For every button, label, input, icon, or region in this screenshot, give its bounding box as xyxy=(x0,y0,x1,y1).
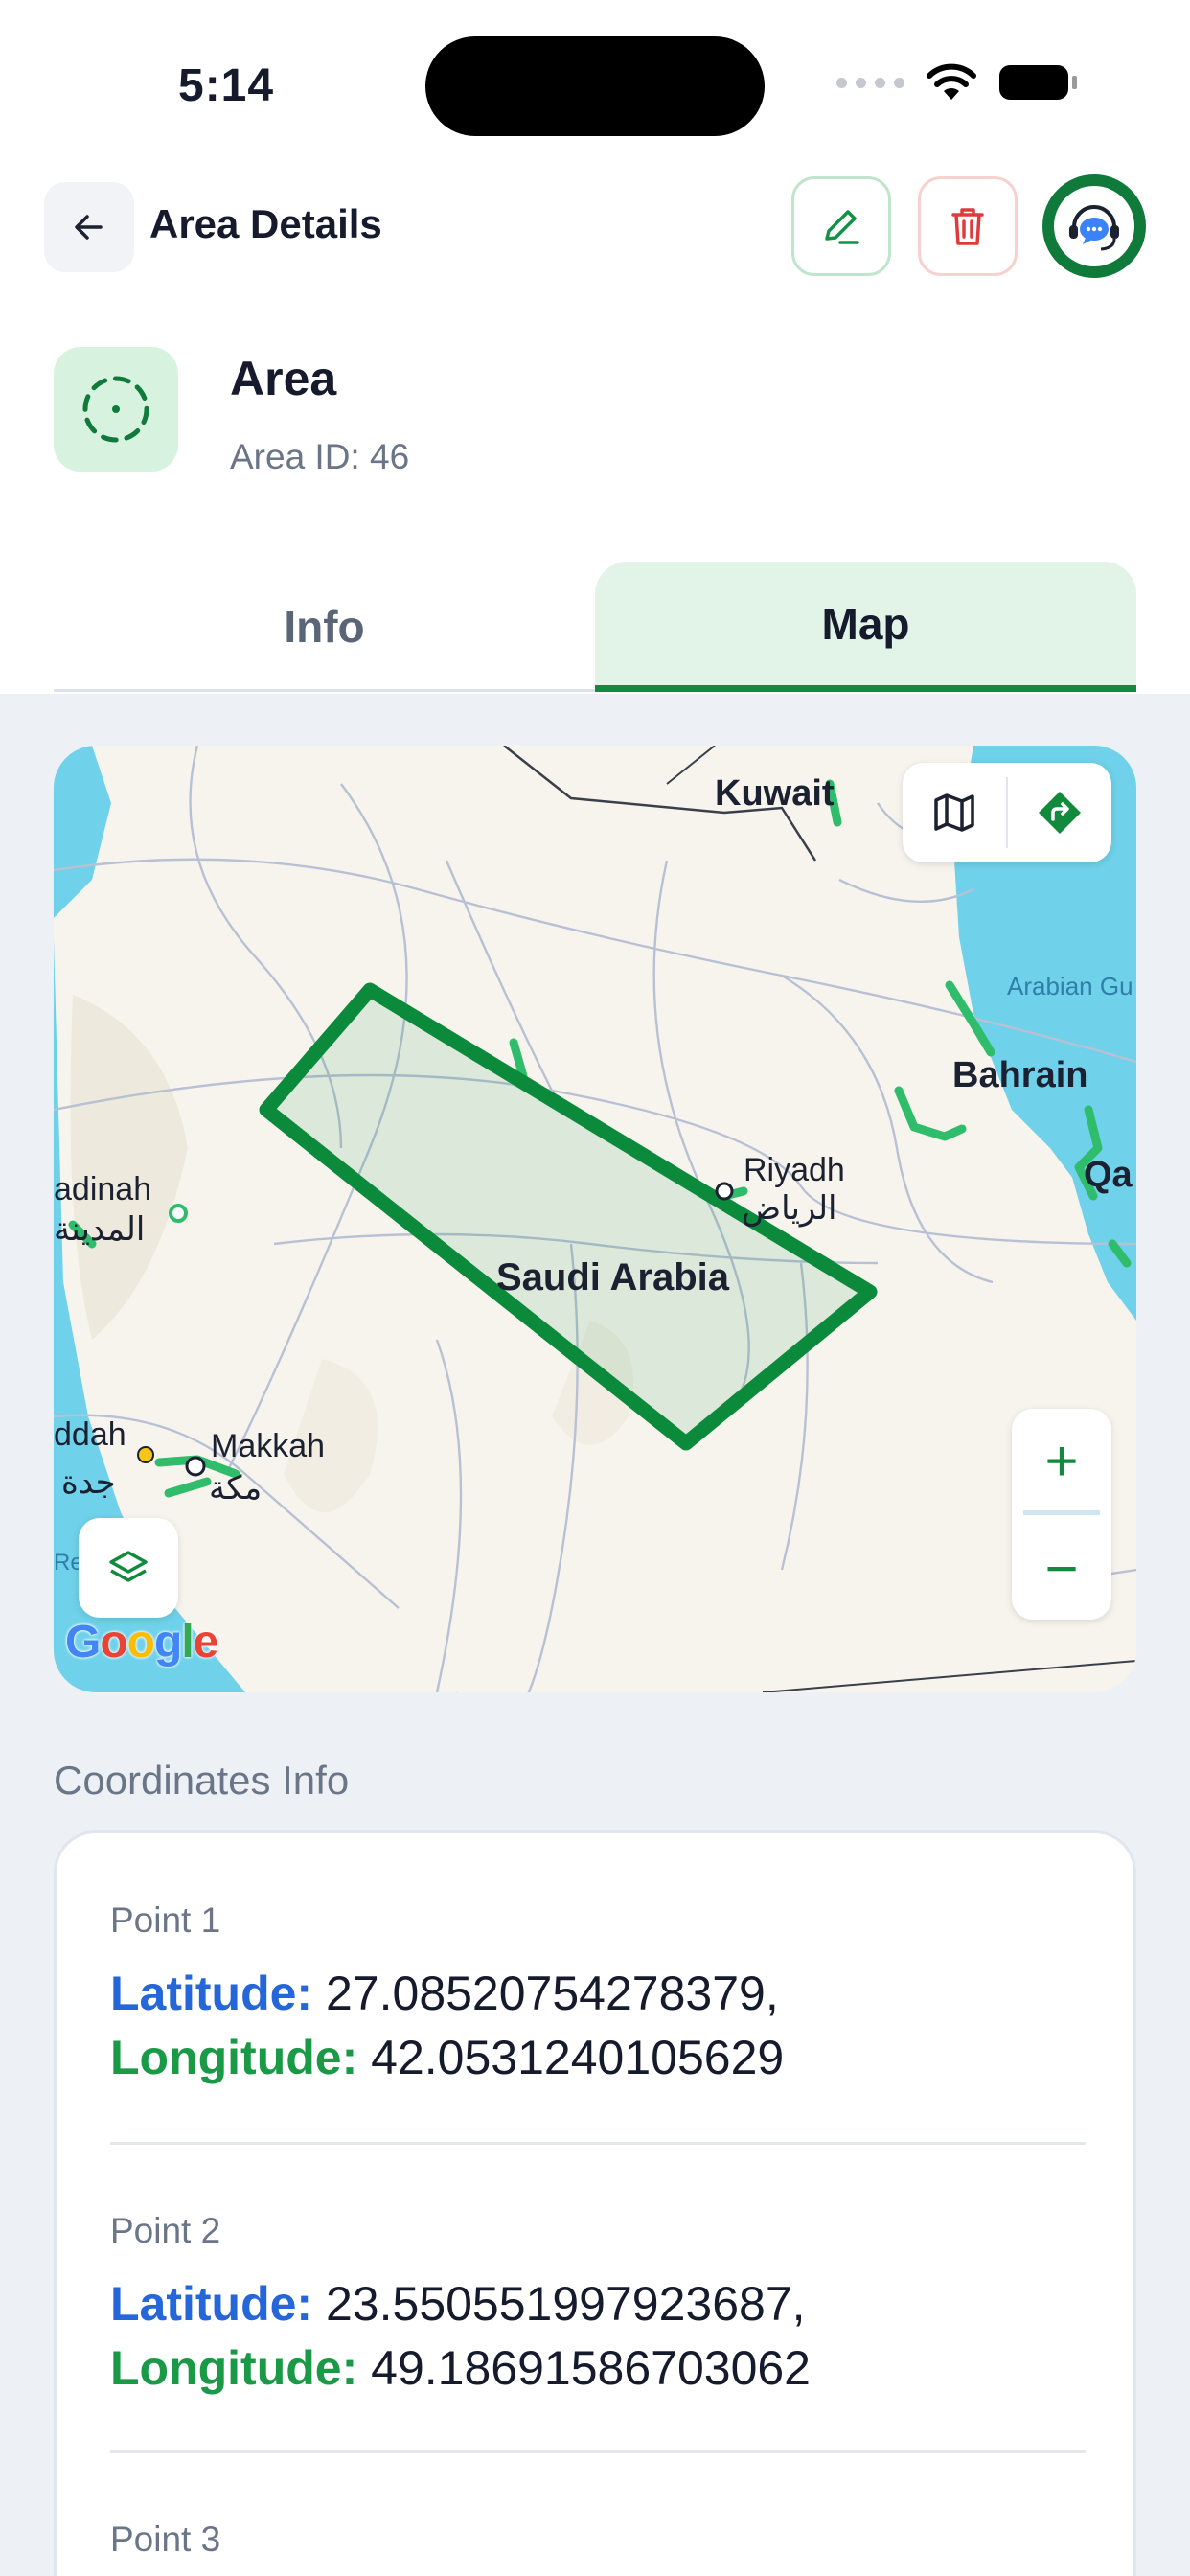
longitude-value: 49.18691586703062 xyxy=(371,2341,811,2395)
delete-button[interactable] xyxy=(918,176,1018,276)
map-canvas: Kuwait Arabian Gu Bahrain Qa Riyadh الري… xyxy=(54,746,1136,1692)
map-label-arabian-gulf: Arabian Gu xyxy=(1007,972,1133,1000)
area-name: Area xyxy=(230,352,337,405)
pencil-icon xyxy=(825,210,859,244)
tab-info[interactable]: Info xyxy=(54,562,595,692)
latitude-key: Latitude: xyxy=(110,1966,313,2020)
point-label: Point 2 xyxy=(110,2211,221,2250)
longitude-key: Longitude: xyxy=(110,2031,358,2084)
coordinate-point: Point 1 Latitude: 27.08520754278379, Lon… xyxy=(110,1900,1087,2090)
map-label-makkah: Makkah xyxy=(211,1428,325,1464)
map-label-riyadh: Riyadh xyxy=(744,1152,845,1188)
tab-bar: Info Map xyxy=(54,562,1136,692)
map-label-qatar: Qa xyxy=(1084,1155,1133,1195)
zoom-controls: + − xyxy=(1012,1409,1111,1620)
support-chat-button[interactable] xyxy=(1042,174,1146,278)
point-label: Point 1 xyxy=(110,1900,221,1940)
map-label-saudi-arabia: Saudi Arabia xyxy=(496,1256,730,1299)
directions-icon xyxy=(1039,792,1081,834)
longitude-key: Longitude: xyxy=(110,2341,358,2395)
divider xyxy=(110,2142,1086,2145)
page-title: Area Details xyxy=(149,201,382,246)
map-label-jeddah: ddah xyxy=(54,1416,126,1453)
battery-icon xyxy=(999,65,1077,100)
signal-icon xyxy=(836,77,904,88)
status-icons xyxy=(836,63,1079,102)
map-label-makkah-ar: مكة xyxy=(209,1469,262,1507)
dashed-circle-icon xyxy=(82,376,149,443)
map-view[interactable]: Kuwait Arabian Gu Bahrain Qa Riyadh الري… xyxy=(54,746,1136,1692)
map-label-madinah: adinah xyxy=(54,1171,151,1208)
coordinate-point: Point 2 Latitude: 23.550551997923687, Lo… xyxy=(110,2211,1087,2401)
directions-button[interactable] xyxy=(1008,763,1111,862)
map-label-bahrain: Bahrain xyxy=(952,1055,1087,1095)
arrow-left-icon xyxy=(75,215,103,240)
coordinates-card: Point 1 Latitude: 27.08520754278379, Lon… xyxy=(54,1830,1136,2576)
status-time: 5:14 xyxy=(178,60,275,111)
map-label-madinah-ar: المدينة xyxy=(54,1210,145,1249)
map-icon xyxy=(934,794,974,832)
area-id: Area ID: 46 xyxy=(230,437,410,476)
google-logo: Google xyxy=(65,1617,218,1668)
divider xyxy=(110,2450,1086,2453)
map-toolbar xyxy=(903,763,1111,862)
layers-button[interactable] xyxy=(79,1518,178,1618)
edit-button[interactable] xyxy=(791,176,891,276)
area-icon xyxy=(54,347,178,472)
wifi-icon xyxy=(927,63,976,100)
dynamic-island xyxy=(425,36,765,136)
tab-map[interactable]: Map xyxy=(595,562,1136,692)
latitude-key: Latitude: xyxy=(110,2277,313,2331)
zoom-out-button[interactable]: − xyxy=(1012,1516,1111,1620)
layers-icon xyxy=(109,1551,148,1582)
longitude-value: 42.0531240105629 xyxy=(371,2031,785,2084)
latitude-value: 27.08520754278379, xyxy=(326,1966,779,2020)
coordinate-point: Point 3 xyxy=(110,2519,1087,2560)
map-label-riyadh-ar: الرياض xyxy=(742,1189,837,1228)
map-type-button[interactable] xyxy=(903,763,1006,862)
headset-chat-icon xyxy=(1069,205,1119,251)
map-label-kuwait: Kuwait xyxy=(715,773,835,814)
back-button[interactable] xyxy=(44,182,134,272)
trash-icon xyxy=(951,208,984,245)
map-label-jeddah-ar: جدة xyxy=(61,1463,116,1502)
zoom-in-button[interactable]: + xyxy=(1012,1409,1111,1512)
latitude-value: 23.550551997923687, xyxy=(326,2277,806,2331)
coordinates-title: Coordinates Info xyxy=(54,1758,350,1803)
point-label: Point 3 xyxy=(110,2519,221,2559)
